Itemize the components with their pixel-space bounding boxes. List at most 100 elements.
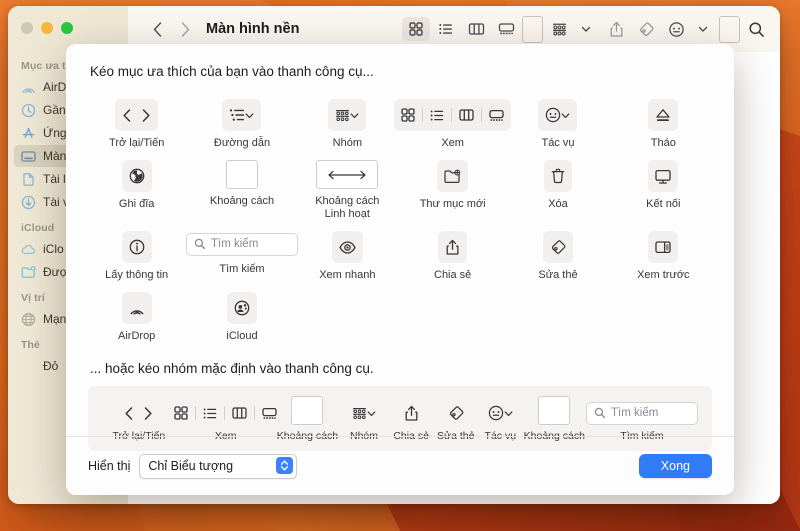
minimize-button[interactable] xyxy=(41,22,53,34)
view-segmented-icon[interactable] xyxy=(174,401,277,425)
palette-item-label: Xóa xyxy=(548,198,568,210)
done-button[interactable]: Xong xyxy=(638,454,712,478)
palette-item-eject[interactable]: Tháo xyxy=(611,89,716,150)
get-info-icon[interactable] xyxy=(121,231,152,263)
palette-item-label: Trở lại/Tiến xyxy=(109,137,165,149)
palette-item-icloud-share[interactable]: iCloud xyxy=(189,282,294,343)
toolbar-share-button[interactable] xyxy=(602,17,630,41)
network-icon xyxy=(21,312,36,327)
toolbar-icon-view-button[interactable] xyxy=(402,17,430,41)
new-folder-icon[interactable] xyxy=(437,160,469,192)
palette-item-view-segmented[interactable]: Xem xyxy=(394,89,512,150)
toolbar-tag-button[interactable] xyxy=(632,17,660,41)
display-mode-popup[interactable]: Chỉ Biểu tượng xyxy=(139,453,298,479)
toolbar-action-chevron-down-icon[interactable] xyxy=(689,17,717,41)
window-title: Màn hình nền xyxy=(206,21,300,37)
palette-item-preview[interactable]: Xem trước xyxy=(611,221,716,282)
delete-icon[interactable] xyxy=(543,160,572,192)
red-tag-icon xyxy=(21,359,36,374)
palette-item-back-forward[interactable]: Trở lại/Tiến xyxy=(84,89,189,150)
sidebar-item-label: Màn xyxy=(43,149,67,163)
palette-item-connect[interactable]: Kết nối xyxy=(611,150,716,221)
palette-empty-cell xyxy=(295,282,400,343)
palette-item-path[interactable]: Đường dẫn xyxy=(189,89,294,150)
palette-item-share[interactable]: Chia sẻ xyxy=(400,221,505,282)
dialog-subheading: ... hoặc kéo nhóm mặc định vào thanh côn… xyxy=(90,361,374,376)
palette-item-flexible-space[interactable]: Khoảng cách Linh hoạt xyxy=(295,150,400,221)
toolbar-gallery-view-button[interactable] xyxy=(492,17,520,41)
palette-item-label: Kết nối xyxy=(646,198,681,210)
zoom-button[interactable] xyxy=(61,22,73,34)
share-icon[interactable] xyxy=(438,231,468,263)
show-label: Hiển thị xyxy=(88,459,131,473)
sidebar-item-label: Gần xyxy=(43,103,66,117)
flexible-space-icon[interactable] xyxy=(316,160,379,189)
palette-row: Ghi đĩa Khoảng cách Khoảng cách Linh hoạt T… xyxy=(84,150,716,221)
icloud-share-icon[interactable] xyxy=(226,292,257,324)
toolbar-column-view-button[interactable] xyxy=(462,17,490,41)
search-field-icon[interactable]: Tìm kiếm xyxy=(586,401,699,425)
sidebar-item-label: Đỏ xyxy=(43,359,59,373)
palette-item-action[interactable]: Tác vụ xyxy=(505,89,610,150)
connect-icon[interactable] xyxy=(648,160,679,192)
display-mode-value: Chỉ Biểu tượng xyxy=(148,459,234,473)
quick-look-icon[interactable] xyxy=(331,231,363,263)
close-button[interactable] xyxy=(21,22,33,34)
shared-folder-icon xyxy=(21,265,36,280)
palette-item-label: Ghi đĩa xyxy=(118,198,155,210)
toolbar-group-button[interactable] xyxy=(545,17,573,41)
sidebar-item-label: Tài l xyxy=(43,172,66,186)
airdrop-icon[interactable] xyxy=(121,292,152,324)
palette-item-label: Nhóm xyxy=(332,137,362,149)
toolbar-spacer-item[interactable] xyxy=(522,15,543,43)
palette-row: Trở lại/Tiến Đường dẫn Nhóm Xem Tác vụ Tháo xyxy=(84,89,716,150)
toolbar-search-button[interactable] xyxy=(742,17,770,41)
palette-item-label: Đường dẫn xyxy=(213,137,271,149)
palette-item-group[interactable]: Nhóm xyxy=(295,89,400,150)
sidebar-item-label: AirD xyxy=(43,80,67,94)
palette-item-delete[interactable]: Xóa xyxy=(505,150,610,221)
dialog-footer: Hiển thị Chỉ Biểu tượng Xong xyxy=(66,436,734,495)
share-icon[interactable] xyxy=(404,401,419,425)
palette-item-search-field[interactable]: Tìm kiếm Tìm kiếm xyxy=(186,221,298,282)
palette-item-airdrop[interactable]: AirDrop xyxy=(84,282,189,343)
palette-item-new-folder[interactable]: Thư mục mới xyxy=(400,150,505,221)
palette-item-edit-tags[interactable]: Sửa thẻ xyxy=(505,221,610,282)
downloads-icon xyxy=(21,195,36,210)
back-button[interactable] xyxy=(144,16,170,42)
space-icon[interactable] xyxy=(538,396,571,425)
space-icon[interactable] xyxy=(225,160,258,189)
group-icon[interactable] xyxy=(328,99,367,131)
window-controls[interactable] xyxy=(8,6,128,34)
view-segmented-icon[interactable] xyxy=(394,99,512,131)
back-forward-icon[interactable] xyxy=(124,401,153,425)
edit-tags-icon[interactable] xyxy=(448,401,464,425)
toolbar-spacer-item[interactable] xyxy=(719,15,740,43)
palette-item-get-info[interactable]: Lấy thông tin xyxy=(84,221,189,282)
action-icon[interactable] xyxy=(538,99,578,131)
toolbar-action-button[interactable] xyxy=(662,17,690,41)
palette-item-space[interactable]: Khoảng cách xyxy=(189,150,294,221)
back-forward-icon[interactable] xyxy=(115,99,159,131)
search-field-icon[interactable]: Tìm kiếm xyxy=(186,231,298,257)
burn-icon[interactable] xyxy=(121,160,152,192)
path-icon[interactable] xyxy=(222,99,262,131)
icloud-icon xyxy=(21,242,36,257)
edit-tags-icon[interactable] xyxy=(542,231,573,263)
palette-item-burn[interactable]: Ghi đĩa xyxy=(84,150,189,221)
palette-row: Lấy thông tin Tìm kiếm Tìm kiếm Xem nhanh Ch… xyxy=(84,221,716,282)
toolbar-list-view-button[interactable] xyxy=(432,17,460,41)
forward-button[interactable] xyxy=(172,16,198,42)
toolbar-group-chevron-down-icon[interactable] xyxy=(572,17,600,41)
desktop-icon xyxy=(21,149,36,164)
eject-icon[interactable] xyxy=(648,99,679,131)
palette-item-label: Sửa thẻ xyxy=(538,269,578,281)
action-icon[interactable] xyxy=(488,401,513,425)
space-icon[interactable] xyxy=(291,396,324,425)
search-placeholder: Tìm kiếm xyxy=(211,238,259,250)
preview-icon[interactable] xyxy=(648,231,679,263)
palette-item-label: Chia sẻ xyxy=(434,269,472,281)
group-icon[interactable] xyxy=(352,401,376,425)
palette-item-quick-look[interactable]: Xem nhanh xyxy=(295,221,400,282)
dialog-heading: Kéo mục ưa thích của bạn vào thanh công … xyxy=(90,64,374,79)
